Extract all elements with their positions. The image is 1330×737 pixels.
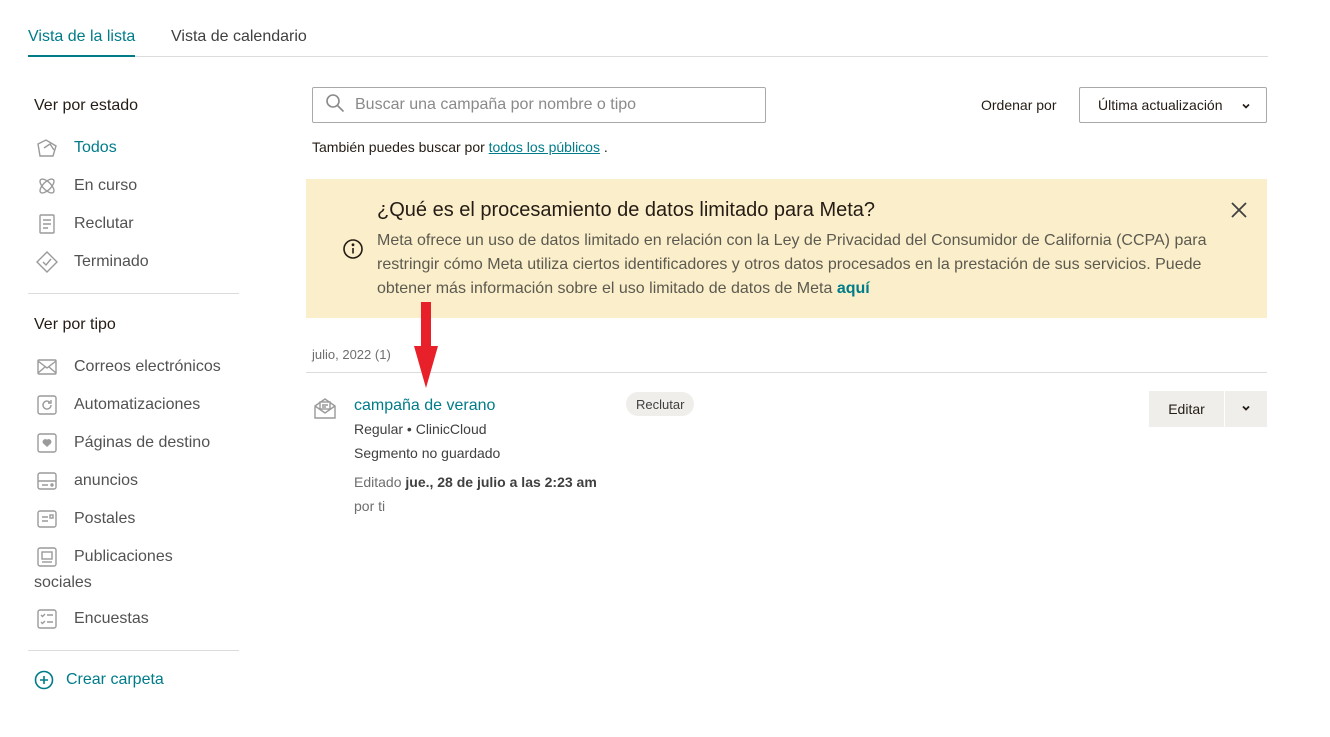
create-folder-button[interactable]: Crear carpeta [34,670,164,690]
meta-data-banner: ¿Qué es el procesamiento de datos limita… [306,179,1267,318]
search-icon [325,93,345,118]
edit-button[interactable]: Editar [1149,391,1224,427]
completed-icon [34,249,60,275]
sidebar-item-label: Encuestas [74,610,149,627]
sidebar-item-label: Automatizaciones [74,396,201,413]
sidebar-item-label: En curso [74,177,138,194]
sidebar-divider [28,650,239,651]
chevron-down-icon [1240,99,1252,115]
campaign-edited: Editado jue., 28 de julio a las 2:23 am [354,474,597,490]
survey-icon [34,606,60,632]
social-label-line2: sociales [34,574,92,591]
group-divider [306,372,1267,373]
sidebar-item-all[interactable]: Todos [34,135,117,161]
sidebar-item-ads[interactable]: anuncios [34,468,138,494]
postcard-icon [34,506,60,532]
sidebar-item-label: Terminado [74,253,149,270]
sidebar-item-label: anuncios [74,472,139,489]
sidebar-item-automations[interactable]: Automatizaciones [34,392,200,418]
sidebar-item-surveys[interactable]: Encuestas [34,606,149,632]
campaign-edited-by: por ti [354,498,386,514]
info-icon [342,238,364,260]
search-box [312,87,766,123]
email-icon [34,354,60,380]
sidebar-item-social-posts-wrap: sociales [34,570,92,596]
edited-date: jue., 28 de julio a las 2:23 am [405,474,597,490]
also-search-hint: También puedes buscar por todos los públ… [312,139,608,155]
plus-circle-icon [34,670,54,690]
more-actions-button[interactable] [1225,391,1267,427]
type-heading: Ver por tipo [34,316,116,333]
sidebar-item-social-posts[interactable]: Publicaciones [34,544,214,570]
draft-icon [34,211,60,237]
automation-icon [34,392,60,418]
sidebar-item-emails[interactable]: Correos electrónicos [34,354,221,380]
landing-page-icon [34,430,60,456]
sidebar-item-label: Correos electrónicos [74,358,221,375]
sidebar-item-completed[interactable]: Terminado [34,249,149,275]
social-post-icon [34,544,60,570]
campaign-segment: Segmento no guardado [354,445,501,461]
banner-learn-more-link[interactable]: aquí [837,280,870,297]
email-campaign-icon [312,396,338,422]
view-tabs: Vista de la lista Vista de calendario [28,0,1268,57]
sidebar-divider [28,293,239,294]
social-label-line1: Publicaciones [74,548,173,565]
edited-prefix: Editado [354,474,402,490]
tab-list-view[interactable]: Vista de la lista [28,28,136,57]
status-heading: Ver por estado [34,97,139,114]
sidebar-item-label: Todos [74,139,117,156]
search-input[interactable] [355,96,755,114]
create-folder-label: Crear carpeta [66,671,164,688]
banner-text: Meta ofrece un uso de datos limitado en … [377,229,1237,301]
all-audiences-link[interactable]: todos los públicos [489,139,600,155]
sort-label: Ordenar por [981,97,1057,113]
sidebar-item-label: Reclutar [74,215,134,232]
sort-select[interactable]: Última actualización [1079,87,1267,123]
banner-title: ¿Qué es el procesamiento de datos limita… [377,199,876,221]
also-search-prefix: También puedes buscar por [312,139,485,155]
tab-calendar-view[interactable]: Vista de calendario [171,28,307,55]
chevron-down-icon [1240,402,1252,417]
banner-body: Meta ofrece un uso de datos limitado en … [377,232,1207,297]
campaign-name-link[interactable]: campaña de verano [354,397,495,415]
campaign-type-audience: Regular • ClinicCloud [354,421,487,437]
sidebar-item-label: Páginas de destino [74,434,211,451]
ads-icon [34,468,60,494]
sidebar-item-label: Postales [74,510,136,527]
sidebar-item-landing-pages[interactable]: Páginas de destino [34,430,210,456]
all-campaigns-icon [34,135,60,161]
annotation-arrow [414,302,438,388]
sort-selected-value: Última actualización [1098,97,1223,113]
sidebar-item-draft[interactable]: Reclutar [34,211,134,237]
month-group-label: julio, 2022 (1) [312,347,391,362]
sidebar-item-postcards[interactable]: Postales [34,506,135,532]
sidebar-item-ongoing[interactable]: En curso [34,173,137,199]
status-badge: Reclutar [626,392,695,416]
also-search-suffix: . [603,139,608,155]
close-icon[interactable] [1229,200,1249,220]
ongoing-icon [34,173,60,199]
sidebar-item-label: Publicaciones [74,544,214,570]
